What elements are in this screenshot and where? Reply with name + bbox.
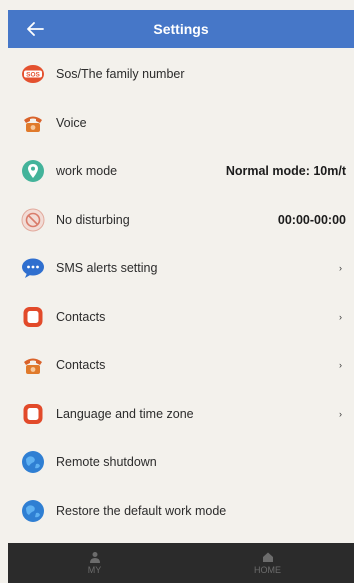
item-label: Restore the default work mode xyxy=(56,503,227,518)
language-time-zone-item[interactable]: Language and time zone › xyxy=(8,390,354,439)
item-label: Voice xyxy=(56,115,87,130)
no-disturbing-item[interactable]: No disturbing 00:00-00:00 xyxy=(8,196,354,245)
item-label: work mode xyxy=(56,164,118,179)
do-not-disturb-icon xyxy=(20,207,46,233)
tab-home[interactable]: HOME xyxy=(181,543,354,583)
chevron-right-icon: › xyxy=(339,408,342,419)
no-disturbing-value: 00:00-00:00 xyxy=(277,212,346,227)
svg-text:SOS: SOS xyxy=(26,72,40,79)
home-icon xyxy=(262,552,273,562)
settings-list: SOS Sos/The family number Voice work mod… xyxy=(8,50,354,535)
tab-label: HOME xyxy=(254,565,281,575)
item-label: Remote shutdown xyxy=(56,455,157,470)
location-pin-icon xyxy=(20,158,46,184)
globe-icon xyxy=(20,449,46,475)
sos-family-number-item[interactable]: SOS Sos/The family number xyxy=(8,50,354,99)
chevron-right-icon: › xyxy=(339,263,342,274)
item-label: No disturbing xyxy=(56,212,130,227)
back-button[interactable] xyxy=(22,16,48,42)
restore-default-item[interactable]: Restore the default work mode xyxy=(8,487,354,536)
chevron-right-icon: › xyxy=(339,311,342,322)
item-label: Sos/The family number xyxy=(56,67,185,82)
remote-shutdown-item[interactable]: Remote shutdown xyxy=(8,438,354,487)
person-icon xyxy=(89,552,100,563)
work-mode-item[interactable]: work mode Normal mode: 10m/t xyxy=(8,147,354,196)
tab-my[interactable]: MY xyxy=(8,543,181,583)
contacts-book-icon xyxy=(20,401,46,427)
contacts-item[interactable]: Contacts › xyxy=(8,293,354,342)
phone-icon xyxy=(20,352,46,378)
bottom-tab-bar: MY HOME xyxy=(8,543,354,583)
tab-label: MY xyxy=(87,565,102,575)
item-label: Contacts xyxy=(56,309,106,324)
header-bar: Settings xyxy=(8,10,354,48)
chat-bubble-icon xyxy=(20,255,46,281)
sms-alerts-item[interactable]: SMS alerts setting › xyxy=(8,244,354,293)
contacts-phone-item[interactable]: Contacts › xyxy=(8,341,354,390)
item-label: Language and time zone xyxy=(56,406,194,421)
contacts-book-icon xyxy=(20,304,46,330)
page-title: Settings xyxy=(153,21,209,37)
phone-icon xyxy=(20,110,46,136)
work-mode-value: Normal mode: 10m/t xyxy=(225,164,346,179)
globe-icon xyxy=(20,498,46,524)
item-label: SMS alerts setting xyxy=(56,261,158,276)
arrow-left-icon xyxy=(27,22,44,36)
sos-icon: SOS xyxy=(20,61,46,87)
chevron-right-icon: › xyxy=(339,360,342,371)
item-label: Contacts xyxy=(56,358,106,373)
voice-item[interactable]: Voice xyxy=(8,99,354,148)
